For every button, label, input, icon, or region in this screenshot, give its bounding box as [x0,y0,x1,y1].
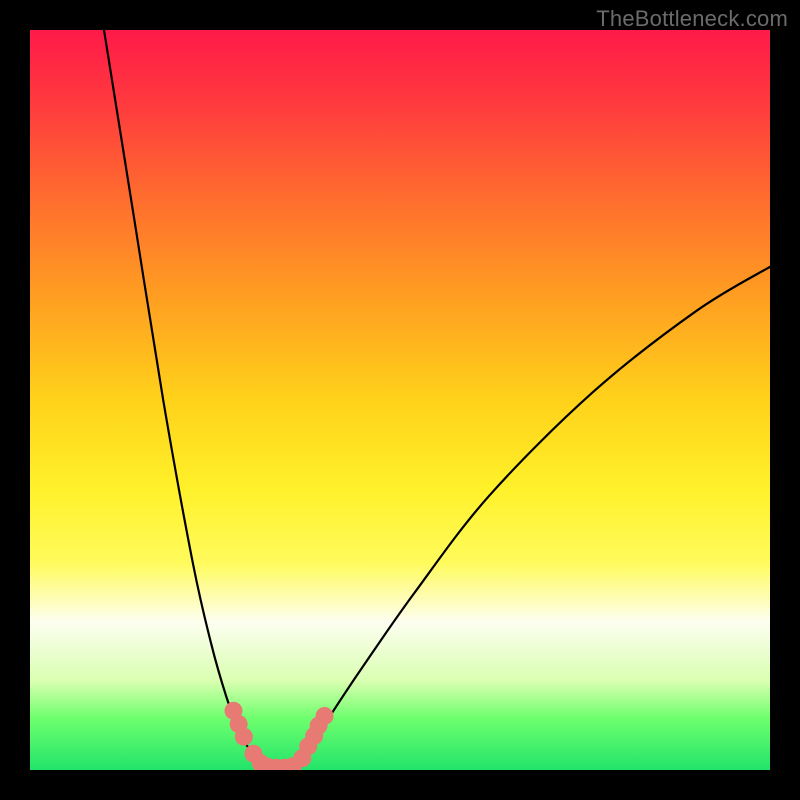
curve-right-curve [296,267,770,767]
curve-layer [30,30,770,770]
watermark-text: TheBottleneck.com [596,6,788,32]
plot-area [30,30,770,770]
marker-dot [235,728,253,746]
marker-dot [316,707,334,725]
chart-frame: TheBottleneck.com [0,0,800,800]
curve-left-curve [104,30,263,766]
